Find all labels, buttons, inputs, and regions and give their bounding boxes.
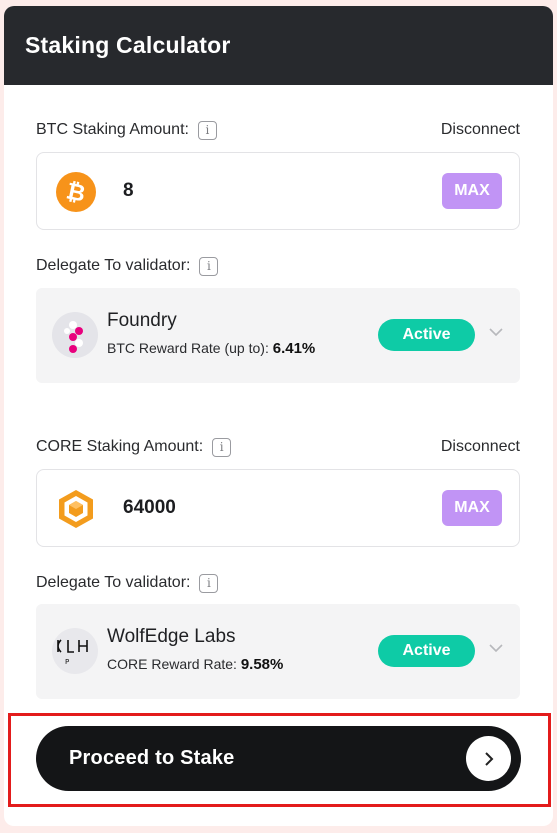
info-icon[interactable]: i [199, 573, 219, 593]
btc-amount-input[interactable]: ₿ 8 MAX [36, 152, 520, 230]
core-amount-label-row: CORE Staking Amount: i [36, 435, 232, 459]
chevron-down-icon[interactable] [488, 642, 504, 654]
chevron-right-icon[interactable] [466, 736, 511, 781]
core-validator-select[interactable]: P WolfEdge Labs CORE Reward Rate: 9.58% … [36, 604, 520, 699]
btc-validator-name: Foundry [107, 310, 177, 331]
btc-reward-rate: BTC Reward Rate (up to): 6.41% [107, 340, 315, 357]
wolfedge-logo-icon: P [57, 639, 88, 666]
btc-delegate-label: Delegate To validator: [36, 257, 191, 274]
core-reward-rate-value: 9.58% [240, 656, 284, 673]
core-max-button[interactable]: MAX [442, 490, 502, 526]
info-icon[interactable]: i [212, 437, 232, 457]
svg-text:P: P [65, 658, 69, 666]
core-reward-rate-label: CORE Reward Rate: [107, 656, 237, 672]
chevron-down-icon[interactable] [488, 326, 504, 338]
core-delegate-label-row: Delegate To validator: i [36, 571, 219, 595]
page-title: Staking Calculator [25, 32, 231, 58]
btc-disconnect-link[interactable]: Disconnect [441, 118, 520, 142]
status-badge: Active [378, 319, 475, 351]
btc-amount-label: BTC Staking Amount: [36, 121, 189, 138]
core-reward-rate: CORE Reward Rate: 9.58% [107, 656, 283, 673]
core-disconnect-link[interactable]: Disconnect [441, 435, 520, 459]
btc-reward-rate-value: 6.41% [272, 340, 316, 357]
btc-max-button[interactable]: MAX [442, 173, 502, 209]
core-validator-name: WolfEdge Labs [107, 626, 236, 647]
foundry-avatar [52, 312, 98, 358]
btc-amount-value[interactable]: 8 [123, 153, 134, 229]
status-badge: Active [378, 635, 475, 667]
btc-delegate-label-row: Delegate To validator: i [36, 254, 219, 278]
core-delegate-label: Delegate To validator: [36, 574, 191, 591]
core-amount-input[interactable]: 64000 MAX [36, 469, 520, 547]
proceed-to-stake-button[interactable]: Proceed to Stake [36, 726, 521, 791]
wolfedge-avatar: P [52, 628, 98, 674]
proceed-label: Proceed to Stake [69, 747, 235, 769]
info-icon[interactable]: i [199, 256, 219, 276]
btc-validator-select[interactable]: Foundry BTC Reward Rate (up to): 6.41% A… [36, 288, 520, 383]
core-hexagon-icon [59, 490, 93, 528]
btc-reward-rate-label: BTC Reward Rate (up to): [107, 340, 269, 356]
staking-calculator-card: Staking Calculator BTC Staking Amount: i… [4, 6, 553, 826]
core-amount-value[interactable]: 64000 [123, 470, 176, 546]
foundry-logo-icon [64, 321, 83, 353]
core-amount-label: CORE Staking Amount: [36, 438, 204, 455]
arrow-right-icon [484, 751, 493, 766]
info-icon[interactable]: i [197, 120, 217, 140]
bitcoin-icon: ₿ [56, 172, 96, 212]
btc-amount-label-row: BTC Staking Amount: i [36, 118, 217, 142]
card-header: Staking Calculator [4, 6, 553, 85]
